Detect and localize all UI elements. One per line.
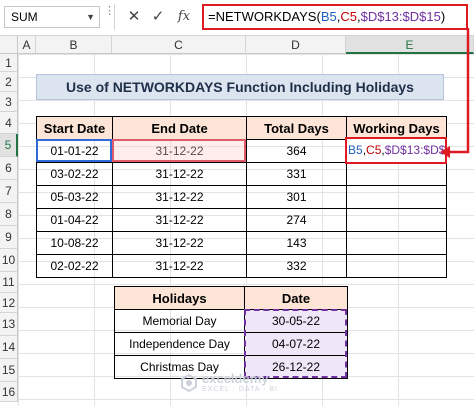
formula-token: ) <box>440 9 446 24</box>
holiday-name-cell[interactable]: Memorial Day <box>114 309 245 333</box>
row-header-4[interactable]: 4 <box>0 112 18 134</box>
row-header-8[interactable]: 8 <box>0 203 18 226</box>
table-row: 01-04-22 31-12-22 274 <box>36 208 447 232</box>
formula-token: B5 <box>320 9 337 24</box>
select-all-corner[interactable] <box>0 36 18 54</box>
formula-token: $D$13:$D$15 <box>360 9 441 24</box>
table-row: Memorial Day 30-05-22 <box>114 309 348 333</box>
column-header-d[interactable]: D <box>246 36 346 54</box>
row-header-5[interactable]: 5 <box>0 134 18 157</box>
row-header-2[interactable]: 2 <box>0 72 18 92</box>
table-row: 02-02-22 31-12-22 332 <box>36 254 447 278</box>
row-header-15[interactable]: 15 <box>0 359 18 382</box>
header-holidays[interactable]: Holidays <box>114 286 245 310</box>
sheet-title[interactable]: Use of NETWORKDAYS Function Including Ho… <box>36 74 444 100</box>
exceldemy-logo-icon <box>181 374 197 392</box>
row-header-3[interactable]: 3 <box>0 92 18 112</box>
row-header-9[interactable]: 9 <box>0 226 18 249</box>
cancel-icon[interactable]: ✕ <box>122 6 146 28</box>
start-date-cell[interactable]: 10-08-22 <box>36 231 113 255</box>
header-date[interactable]: Date <box>244 286 348 310</box>
end-date-cell[interactable]: 31-12-22 <box>112 185 247 209</box>
table-row: 03-02-22 31-12-22 331 <box>36 162 447 186</box>
formula-bar-separator <box>114 4 115 30</box>
working-days-cell[interactable] <box>346 254 447 278</box>
working-days-cell[interactable] <box>346 185 447 209</box>
holiday-date-cell[interactable]: 30-05-22 <box>244 309 348 333</box>
holiday-date-cell[interactable]: 04-07-22 <box>244 332 348 356</box>
total-days-cell[interactable]: 332 <box>246 254 347 278</box>
column-header-c[interactable]: C <box>112 36 246 54</box>
total-days-cell[interactable]: 143 <box>246 231 347 255</box>
name-box-dropdown-icon[interactable]: ▼ <box>86 7 95 27</box>
callout-arrow-icon <box>440 28 470 158</box>
row-header-12[interactable]: 12 <box>0 293 18 313</box>
start-date-cell[interactable]: 03-02-22 <box>36 162 113 186</box>
start-date-cell[interactable]: 05-03-22 <box>36 185 113 209</box>
end-date-cell[interactable]: 31-12-22 <box>112 162 247 186</box>
start-date-cell[interactable]: 01-04-22 <box>36 208 113 232</box>
cell-formula-token: $D$13:$D$15 <box>384 143 446 157</box>
active-cell-editor[interactable]: B5,C5,$D$13:$D$15) <box>345 137 447 164</box>
row-header-14[interactable]: 14 <box>0 336 18 359</box>
row-header-13[interactable]: 13 <box>0 313 18 336</box>
header-start-date[interactable]: Start Date <box>36 116 113 140</box>
formula-bar: SUM ▼ ⋮ ✕ ✓ fx =NETWORKDAYS(B5,C5,$D$13:… <box>0 0 474 36</box>
watermark-name: exceldemy <box>202 371 269 386</box>
name-box[interactable]: SUM ▼ <box>4 6 100 28</box>
table-row: 05-03-22 31-12-22 301 <box>36 185 447 209</box>
total-days-cell[interactable]: 364 <box>246 139 347 163</box>
watermark-tagline: EXCEL · DATA · BI <box>202 386 278 393</box>
cell-formula-token: C5 <box>366 143 382 157</box>
end-date-cell[interactable]: 31-12-22 <box>112 208 247 232</box>
end-date-cell[interactable]: 31-12-22 <box>112 231 247 255</box>
working-days-cell[interactable] <box>346 208 447 232</box>
start-date-cell[interactable]: 01-01-22 <box>36 139 113 163</box>
row-header-10[interactable]: 10 <box>0 249 18 272</box>
row-header-16[interactable]: 16 <box>0 382 18 402</box>
holidays-table: Holidays Date Memorial Day 30-05-22 Indepe… <box>114 286 348 379</box>
total-days-cell[interactable]: 331 <box>246 162 347 186</box>
table-row: 10-08-22 31-12-22 143 <box>36 231 447 255</box>
formula-bar-grip-icon[interactable]: ⋮ <box>104 6 115 26</box>
enter-icon[interactable]: ✓ <box>146 6 170 28</box>
working-days-cell[interactable] <box>346 231 447 255</box>
end-date-cell[interactable]: 31-12-22 <box>112 139 247 163</box>
start-date-cell[interactable]: 02-02-22 <box>36 254 113 278</box>
total-days-cell[interactable]: 301 <box>246 185 347 209</box>
column-header-b[interactable]: B <box>36 36 112 54</box>
working-days-cell[interactable] <box>346 162 447 186</box>
name-box-value: SUM <box>11 10 38 24</box>
row-header-6[interactable]: 6 <box>0 157 18 180</box>
header-end-date[interactable]: End Date <box>112 116 247 140</box>
cell-formula-token: B5 <box>348 143 363 157</box>
insert-function-icon[interactable]: fx <box>172 6 196 28</box>
column-header-a[interactable]: A <box>18 36 36 54</box>
holiday-name-cell[interactable]: Independence Day <box>114 332 245 356</box>
formula-token: =NETWORKDAYS( <box>208 9 321 24</box>
header-total-days[interactable]: Total Days <box>246 116 347 140</box>
row-header-1[interactable]: 1 <box>0 54 18 72</box>
formula-input[interactable]: =NETWORKDAYS(B5,C5,$D$13:$D$15) <box>202 4 468 30</box>
formula-token: C5 <box>340 9 357 24</box>
table-row: Independence Day 04-07-22 <box>114 332 348 356</box>
row-header-11[interactable]: 11 <box>0 272 18 293</box>
watermark: exceldemy EXCEL · DATA · BI <box>180 372 278 394</box>
total-days-cell[interactable]: 274 <box>246 208 347 232</box>
row-header-7[interactable]: 7 <box>0 180 18 203</box>
end-date-cell[interactable]: 31-12-22 <box>112 254 247 278</box>
